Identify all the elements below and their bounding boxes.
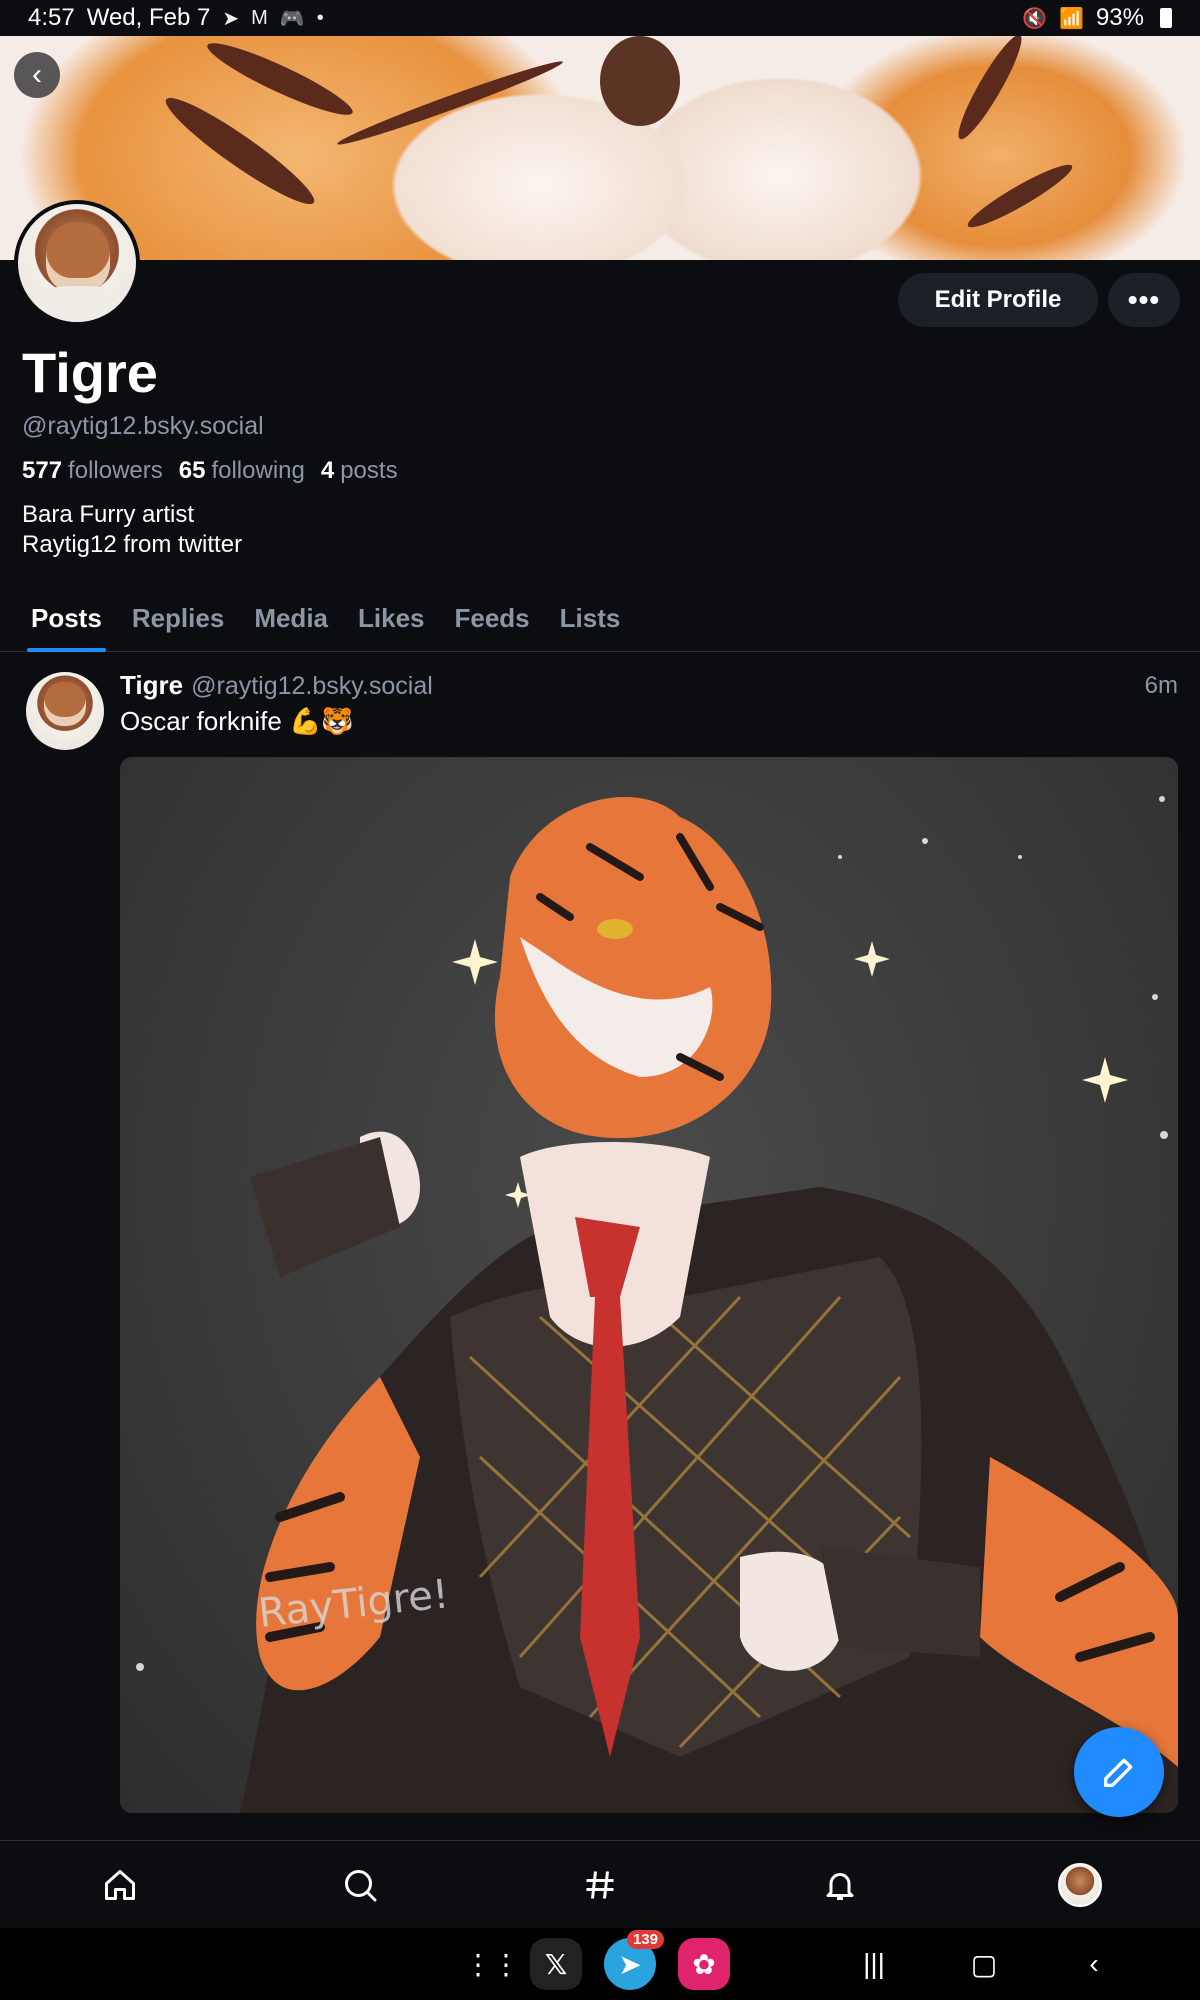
system-navigation-bar: ⋮⋮ 𝕏 ➤ 139 ✿ ||| ▢ ‹ [0, 1928, 1200, 2000]
posts-label: posts [340, 457, 398, 484]
chevron-left-icon: ‹ [32, 58, 42, 91]
recent-apps-icon[interactable]: ||| [848, 1938, 900, 1990]
telegram-icon: ➤ [222, 7, 240, 30]
x-app-icon[interactable]: 𝕏 [530, 1938, 582, 1990]
profile-avatar-small [1058, 1862, 1102, 1907]
bottom-navigation [0, 1840, 1200, 1928]
followers-label: followers [68, 457, 163, 484]
compose-icon [1104, 1758, 1133, 1787]
tab-lists[interactable]: Lists [545, 584, 636, 652]
following-link[interactable]: 65 following [179, 457, 305, 485]
wifi-icon: 📶 [1059, 7, 1084, 30]
nav-notifications[interactable] [800, 1845, 880, 1925]
posts-stat: 4 posts [321, 457, 398, 485]
profile-bio: Bara Furry artist Raytig12 from twitter [22, 500, 242, 560]
tab-media[interactable]: Media [239, 584, 343, 652]
status-right: 🔇 📶 93% [1022, 4, 1172, 32]
bio-line: Raytig12 from twitter [22, 531, 243, 558]
post-author-handle[interactable]: @raytig12.bsky.social [191, 672, 433, 701]
status-bar: 4:57 Wed, Feb 7 ➤ M 🎮 • 🔇 📶 93% [0, 0, 1200, 36]
display-name: Tigre [22, 341, 158, 404]
compose-button[interactable] [1074, 1727, 1164, 1817]
tab-likes[interactable]: Likes [343, 584, 440, 652]
status-left: 4:57 Wed, Feb 7 ➤ M 🎮 • [28, 4, 324, 32]
tab-posts[interactable]: Posts [16, 584, 117, 652]
edit-profile-button[interactable]: Edit Profile [898, 273, 1098, 327]
profile-stats: 577 followers 65 following 4 posts [22, 457, 398, 485]
app-drawer-icon[interactable]: ⋮⋮ [464, 1938, 520, 1990]
hashtag-icon [586, 1870, 614, 1899]
tiger-illustration: RayTigre! [136, 796, 1178, 1813]
post-author-avatar[interactable] [26, 672, 104, 750]
notifications-icon [826, 1872, 854, 1900]
mute-icon: 🔇 [1022, 7, 1048, 30]
battery-icon [1160, 8, 1172, 28]
post-author-name[interactable]: Tigre [120, 670, 183, 701]
telegram-icon: ➤ [618, 1948, 642, 1980]
bio-line: Bara Furry artist [22, 501, 195, 528]
more-options-button[interactable]: ••• [1108, 273, 1180, 327]
post-image[interactable]: RayTigre! [120, 757, 1178, 1813]
tab-feeds[interactable]: Feeds [440, 584, 545, 652]
nav-profile[interactable] [1040, 1845, 1120, 1925]
status-time: 4:57 [28, 4, 75, 31]
post-timestamp[interactable]: 6m [1145, 672, 1178, 700]
profile-handle: @raytig12.bsky.social [22, 412, 264, 440]
profile-avatar[interactable] [14, 200, 140, 326]
followers-link[interactable]: 577 followers [22, 457, 163, 485]
home-button-icon[interactable]: ▢ [958, 1938, 1010, 1990]
post-text: Oscar forknife 💪🐯 [120, 706, 354, 736]
dot-icon: • [316, 6, 324, 29]
profile-tabs: Posts Replies Media Likes Feeds Lists [0, 584, 1200, 652]
battery-percent: 93% [1095, 4, 1144, 31]
following-count: 65 [178, 457, 206, 484]
nav-search[interactable] [320, 1845, 400, 1925]
gmail-icon: M [251, 6, 268, 29]
following-label: following [211, 457, 305, 484]
tab-replies[interactable]: Replies [117, 584, 240, 652]
home-icon [105, 1869, 135, 1900]
notification-badge: 139 [626, 1930, 664, 1949]
post-header: Tigre @raytig12.bsky.social [120, 670, 433, 701]
nav-home[interactable] [80, 1845, 160, 1925]
telegram-app-icon[interactable]: ➤ 139 [604, 1930, 664, 1990]
back-nav-icon[interactable]: ‹ [1068, 1938, 1120, 1990]
status-date: Wed, Feb 7 [86, 4, 211, 31]
game-controller-icon: 🎮 [279, 7, 305, 30]
posts-count: 4 [320, 457, 335, 484]
search-icon [345, 1869, 377, 1901]
flower-app-icon[interactable]: ✿ [678, 1938, 730, 1990]
profile-banner[interactable] [0, 36, 1200, 260]
followers-count: 577 [22, 457, 63, 484]
back-button[interactable]: ‹ [14, 52, 60, 98]
nav-feeds[interactable] [560, 1845, 640, 1925]
